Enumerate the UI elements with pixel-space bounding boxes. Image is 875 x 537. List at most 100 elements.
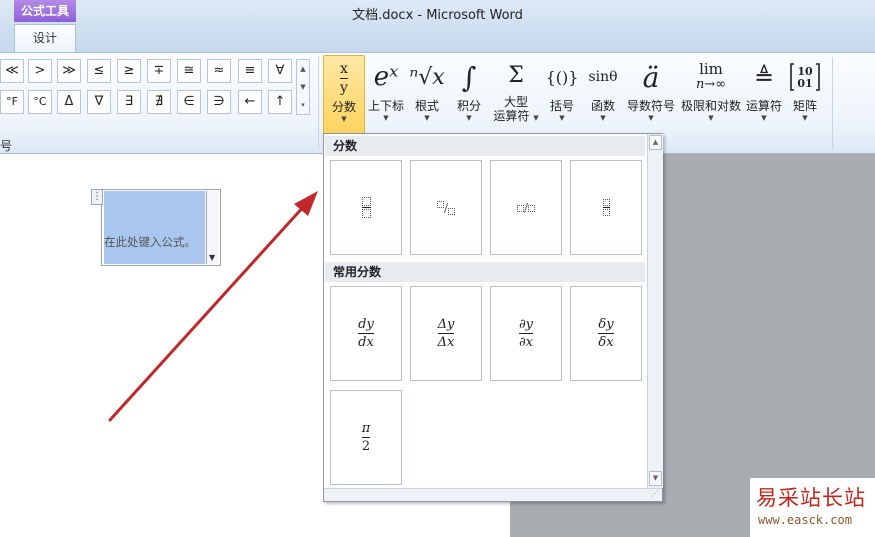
dropdown-arrow-icon: ▼ xyxy=(533,114,539,122)
symbol-gallery-scroll[interactable]: ▲ ▼ ▾ xyxy=(296,59,310,115)
scroll-up-icon[interactable]: ▲ xyxy=(649,135,662,150)
integral-label: 积分 xyxy=(456,99,481,113)
symbol-button[interactable]: ∀ xyxy=(268,59,292,83)
symbol-button[interactable]: ∄ xyxy=(147,90,171,114)
script-icon: eˣ xyxy=(373,62,399,92)
accent-label: 导数符号 xyxy=(626,99,675,113)
symbol-button[interactable]: ∇ xyxy=(87,90,111,114)
fraction-button[interactable]: x y 分数 ▼ xyxy=(323,55,365,135)
watermark-url: www.easck.com xyxy=(758,513,852,527)
accent-button[interactable]: ä 导数符号 ▼ xyxy=(624,55,678,133)
gallery-section-common-fractions: 常用分数 xyxy=(325,262,645,282)
svg-text:01: 01 xyxy=(797,77,812,90)
fraction-label: 分数 xyxy=(331,100,356,114)
gallery-item-pi-over-2[interactable]: π2 xyxy=(330,390,402,485)
dropdown-arrow-icon: ▼ xyxy=(708,114,714,122)
symbol-button[interactable]: ≪ xyxy=(0,59,24,83)
operator-label: 运算符 xyxy=(745,99,782,113)
equation-placeholder[interactable]: 在此处键入公式。 xyxy=(104,234,196,250)
fraction-gallery: 分数 / / 常用分数 dy dx Δy Δx ∂y ∂x δy δx π2 ▲ ▼ ⋰ xyxy=(323,133,663,502)
bracket-icon: {()} xyxy=(545,67,579,87)
dropdown-arrow-icon: ▼ xyxy=(559,114,565,122)
large-operator-icon: Σ xyxy=(508,62,524,88)
placeholder-icon xyxy=(602,209,610,216)
placeholder-icon xyxy=(436,200,444,208)
operator-button[interactable]: ≜ 运算符 ▼ xyxy=(744,55,784,133)
gallery-item-small-delta-y-delta-x[interactable]: δy δx xyxy=(570,286,642,381)
gallery-resize-bar[interactable]: ⋰ xyxy=(324,488,662,501)
equation-options-button[interactable]: ▼ xyxy=(206,191,219,264)
chevron-down-icon: ▼ xyxy=(209,253,216,262)
symbol-button[interactable]: ↑ xyxy=(268,90,292,114)
placeholder-icon xyxy=(448,207,456,215)
resize-grip-icon[interactable]: ⋰ xyxy=(651,489,659,498)
group-separator xyxy=(318,57,319,149)
fraction-icon: x y xyxy=(340,60,348,96)
symbol-button[interactable]: ≡ xyxy=(238,59,262,83)
bracket-button[interactable]: {()} 括号 ▼ xyxy=(544,55,580,133)
limit-log-button[interactable]: lim n→∞ 极限和对数 ▼ xyxy=(680,55,742,133)
symbol-button[interactable]: ∃ xyxy=(117,90,141,114)
watermark-text: 易采站长站 xyxy=(756,486,866,510)
symbol-button[interactable]: > xyxy=(28,59,52,83)
gallery-item-delta-y-delta-x[interactable]: Δy Δx xyxy=(410,286,482,381)
function-label: 函数 xyxy=(590,99,615,113)
placeholder-icon xyxy=(528,204,536,212)
gallery-scrollbar[interactable]: ▲ ▼ xyxy=(647,134,663,488)
gallery-item-small-fraction[interactable] xyxy=(570,160,642,255)
integral-icon: ∫ xyxy=(461,60,477,94)
symbol-button[interactable]: ← xyxy=(238,90,262,114)
window-title: 文档.docx - Microsoft Word xyxy=(352,8,523,23)
gallery-item-skewed-fraction[interactable]: / xyxy=(410,160,482,255)
equation-input-field[interactable] xyxy=(104,191,205,264)
script-button[interactable]: eˣ 上下标 ▼ xyxy=(366,55,406,133)
symbol-button[interactable]: °C xyxy=(28,90,52,114)
large-operator-label-line2: 运算符 ▼ xyxy=(493,109,539,123)
symbol-button[interactable]: ≥ xyxy=(117,59,141,83)
symbol-button[interactable]: ≫ xyxy=(57,59,81,83)
function-button[interactable]: sinθ 函数 ▼ xyxy=(585,55,621,133)
dropdown-arrow-icon: ▼ xyxy=(383,114,389,122)
symbol-button[interactable]: °F xyxy=(0,90,24,114)
symbol-button[interactable]: Δ xyxy=(57,90,81,114)
symbol-button[interactable]: ∋ xyxy=(207,90,231,114)
symbol-button[interactable]: ≈ xyxy=(207,59,231,83)
symbol-button[interactable]: ≅ xyxy=(177,59,201,83)
dropdown-arrow-icon: ▼ xyxy=(802,114,808,122)
placeholder-icon xyxy=(361,197,371,206)
scroll-up-icon[interactable]: ▲ xyxy=(297,60,309,78)
watermark: 易采站长站 www.easck.com xyxy=(750,478,875,537)
group-label-symbols: 号 xyxy=(0,139,13,153)
title-bar: 公式工具 文档.docx - Microsoft Word 设计 xyxy=(0,0,875,53)
dropdown-arrow-icon: ▼ xyxy=(466,114,472,122)
scroll-down-icon[interactable]: ▼ xyxy=(297,78,309,96)
script-label: 上下标 xyxy=(367,99,404,113)
gallery-item-stacked-fraction[interactable] xyxy=(330,160,402,255)
scroll-down-icon[interactable]: ▼ xyxy=(649,471,662,486)
integral-button[interactable]: ∫ 积分 ▼ xyxy=(451,55,487,133)
large-operator-button[interactable]: Σ 大型 运算符 ▼ xyxy=(491,55,541,139)
limit-icon: lim n→∞ xyxy=(695,60,727,92)
accent-icon: ä xyxy=(642,60,660,94)
radical-icon: ⁿ√x xyxy=(409,64,445,90)
symbol-button[interactable]: ≤ xyxy=(87,59,111,83)
placeholder-icon xyxy=(602,199,610,206)
placeholder-icon xyxy=(516,204,524,212)
dropdown-arrow-icon: ▼ xyxy=(341,115,347,123)
matrix-button[interactable]: 10 01 矩阵 ▼ xyxy=(788,55,822,133)
symbol-button[interactable]: ∓ xyxy=(147,59,171,83)
tab-design[interactable]: 设计 xyxy=(14,24,76,53)
matrix-icon: 10 01 xyxy=(788,55,822,99)
gallery-item-partial-y-partial-x[interactable]: ∂y ∂x xyxy=(490,286,562,381)
gallery-expand-icon[interactable]: ▾ xyxy=(297,96,309,114)
matrix-label: 矩阵 xyxy=(792,99,817,113)
gallery-item-linear-fraction[interactable]: / xyxy=(490,160,562,255)
symbol-button[interactable]: ∈ xyxy=(177,90,201,114)
gallery-item-dy-dx[interactable]: dy dx xyxy=(330,286,402,381)
radical-button[interactable]: ⁿ√x 根式 ▼ xyxy=(409,55,445,133)
equation-move-handle-icon[interactable]: ⋮ xyxy=(91,189,103,205)
placeholder-icon xyxy=(361,209,371,218)
function-icon: sinθ xyxy=(588,69,618,85)
dropdown-arrow-icon: ▼ xyxy=(761,114,767,122)
dropdown-arrow-icon: ▼ xyxy=(648,114,654,122)
